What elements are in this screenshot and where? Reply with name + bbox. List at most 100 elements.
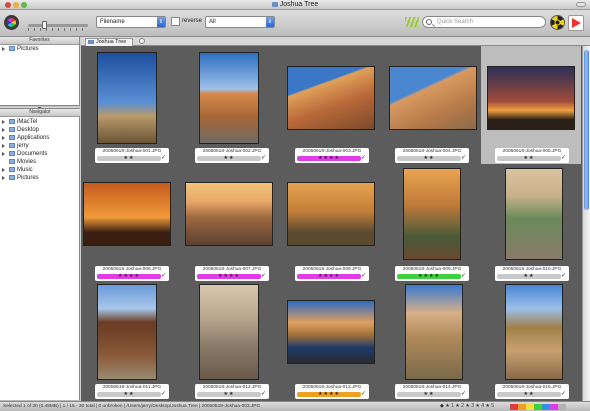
disclosure-triangle-icon[interactable] <box>2 152 5 156</box>
rating-stars[interactable]: ★★★★ <box>297 273 361 279</box>
rating-stars[interactable]: ★★ <box>397 155 461 161</box>
rating-stars[interactable]: ★★ <box>197 391 261 397</box>
rating-stars[interactable]: ★★★★ <box>297 391 361 397</box>
thumbnail-image[interactable] <box>199 52 259 144</box>
thumbnail-cell[interactable]: 20050518-Joshua-014.JPG ★★ ✓ <box>381 282 481 400</box>
thumbnail-image[interactable] <box>287 182 375 246</box>
navigator-item-music[interactable]: Music <box>0 166 80 174</box>
thumbnail-size-slider[interactable] <box>28 24 88 27</box>
thumbnail-image[interactable] <box>505 168 563 260</box>
thumbnail-cell[interactable]: 20050518-Joshua-012.JPG ★★ ✓ <box>181 282 281 400</box>
color-label-bar[interactable]: ★★ <box>397 155 461 161</box>
thumbnail-cell[interactable]: 20050518-Joshua-006.JPG ★★★★ ✓ <box>81 164 181 282</box>
thumbnail-image[interactable] <box>287 66 375 130</box>
label-filter[interactable] <box>510 404 574 410</box>
reverse-checkbox[interactable] <box>171 17 180 26</box>
thumbnail-image[interactable] <box>505 284 563 380</box>
thumbnail-image[interactable] <box>405 284 463 380</box>
thumbnail-cell-selected[interactable]: 20050518-Joshua-005.JPG ★★ ✓ <box>481 46 581 164</box>
color-label-bar[interactable]: ★★★★ <box>197 273 261 279</box>
color-label-bar[interactable]: ★★ <box>497 155 561 161</box>
color-label-bar[interactable]: ★★★★ <box>297 391 361 397</box>
navigator-item-desktop[interactable]: Desktop <box>0 126 80 134</box>
slideshow-icon[interactable] <box>568 15 584 31</box>
toolbar-toggle-button[interactable] <box>576 2 586 7</box>
check-icon[interactable]: ✓ <box>161 273 167 279</box>
scrollbar-thumb[interactable] <box>584 50 589 210</box>
thumbnail-image[interactable] <box>487 66 575 130</box>
check-icon[interactable]: ✓ <box>361 155 367 161</box>
check-icon[interactable]: ✓ <box>461 273 467 279</box>
thumbnail-cell[interactable]: 20050518-Joshua-001.JPG ★★ ✓ <box>81 46 181 164</box>
app-logo-icon[interactable] <box>4 15 19 30</box>
navigator-item-pictures[interactable]: Pictures <box>0 174 80 182</box>
disclosure-triangle-icon[interactable] <box>2 176 5 180</box>
label-swatch-orange[interactable] <box>518 404 526 410</box>
check-icon[interactable]: ✓ <box>561 391 567 397</box>
label-swatch-green[interactable] <box>534 404 542 410</box>
search-input[interactable]: Quick Search <box>422 16 546 28</box>
check-icon[interactable]: ✓ <box>461 391 467 397</box>
check-icon[interactable]: ✓ <box>361 273 367 279</box>
navigator-item-imactel[interactable]: iMacTel <box>0 118 80 126</box>
thumbnail-image[interactable] <box>185 182 273 246</box>
thumbnail-image[interactable] <box>403 168 461 260</box>
color-label-bar[interactable]: ★★ <box>97 155 161 161</box>
disclosure-triangle-icon[interactable] <box>2 47 5 51</box>
navigator-item-documents[interactable]: Documents <box>0 150 80 158</box>
label-swatch-gray[interactable] <box>558 404 566 410</box>
filter-select[interactable]: All ⇕ <box>205 16 275 28</box>
rating-stars[interactable]: ★★ <box>97 155 161 161</box>
color-label-bar[interactable]: ★★★★ <box>397 273 461 279</box>
thumbnail-image[interactable] <box>97 284 157 380</box>
thumbnail-image[interactable] <box>97 52 157 144</box>
check-icon[interactable]: ✓ <box>161 155 167 161</box>
sort-field-select[interactable]: Filename ⇕ <box>96 16 166 28</box>
disclosure-triangle-icon[interactable] <box>2 168 5 172</box>
disclosure-triangle-icon[interactable] <box>2 136 5 140</box>
thumbnail-cell[interactable]: 20050518-Joshua-013.JPG ★★★★ ✓ <box>281 282 381 400</box>
check-icon[interactable]: ✓ <box>261 273 267 279</box>
disclosure-triangle-icon[interactable] <box>2 128 5 132</box>
check-icon[interactable]: ✓ <box>261 391 267 397</box>
thumbnail-image[interactable] <box>199 284 259 380</box>
rating-stars[interactable]: ★★ <box>497 155 561 161</box>
check-icon[interactable]: ✓ <box>361 391 367 397</box>
rating-stars[interactable]: ★★ <box>497 273 561 279</box>
color-label-bar[interactable]: ★★★★ <box>297 273 361 279</box>
rating-stars[interactable]: ★★★★ <box>297 155 361 161</box>
thumbnail-cell[interactable]: 20050518-Joshua-009.JPG ★★★★ ✓ <box>381 164 481 282</box>
thumbnail-cell[interactable]: 20050518-Joshua-011.JPG ★★ ✓ <box>81 282 181 400</box>
thumbnail-image[interactable] <box>287 300 375 364</box>
rating-stars[interactable]: ★★ <box>397 391 461 397</box>
label-swatch-magenta[interactable] <box>550 404 558 410</box>
check-icon[interactable]: ✓ <box>161 391 167 397</box>
slider-thumb[interactable] <box>42 21 47 29</box>
thumbnail-cell[interactable]: 20050518-Joshua-008.JPG ★★★★ ✓ <box>281 164 381 282</box>
disclosure-triangle-icon[interactable] <box>2 120 5 124</box>
label-swatch-yellow[interactable] <box>526 404 534 410</box>
vertical-scrollbar[interactable] <box>582 46 590 401</box>
thumbnail-cell[interactable]: 20050518-Joshua-015.JPG ★★ ✓ <box>481 282 581 400</box>
rating-stars[interactable]: ★★★★ <box>97 273 161 279</box>
label-stripes-icon[interactable] <box>405 17 419 27</box>
check-icon[interactable]: ✓ <box>561 273 567 279</box>
color-label-bar[interactable]: ★★ <box>97 391 161 397</box>
color-label-bar[interactable]: ★★ <box>197 155 261 161</box>
navigator-item-applications[interactable]: Applications <box>0 134 80 142</box>
color-label-bar[interactable]: ★★★★ <box>97 273 161 279</box>
color-label-bar[interactable]: ★★ <box>497 273 561 279</box>
check-icon[interactable]: ✓ <box>261 155 267 161</box>
thumbnail-cell[interactable]: 20050518-Joshua-003.JPG ★★★★ ✓ <box>281 46 381 164</box>
rating-stars[interactable]: ★★★★ <box>397 273 461 279</box>
check-icon[interactable]: ✓ <box>561 155 567 161</box>
add-tab-button[interactable] <box>139 38 145 44</box>
color-label-bar[interactable]: ★★ <box>397 391 461 397</box>
burn-icon[interactable] <box>550 15 565 30</box>
rating-stars[interactable]: ★★ <box>197 155 261 161</box>
tab-joshua-tree[interactable]: Joshua Tree <box>85 38 134 46</box>
color-label-bar[interactable]: ★★ <box>197 391 261 397</box>
thumbnail-cell[interactable]: 20050518-Joshua-007.JPG ★★★★ ✓ <box>181 164 281 282</box>
disclosure-triangle-icon[interactable] <box>2 144 5 148</box>
check-icon[interactable]: ✓ <box>461 155 467 161</box>
